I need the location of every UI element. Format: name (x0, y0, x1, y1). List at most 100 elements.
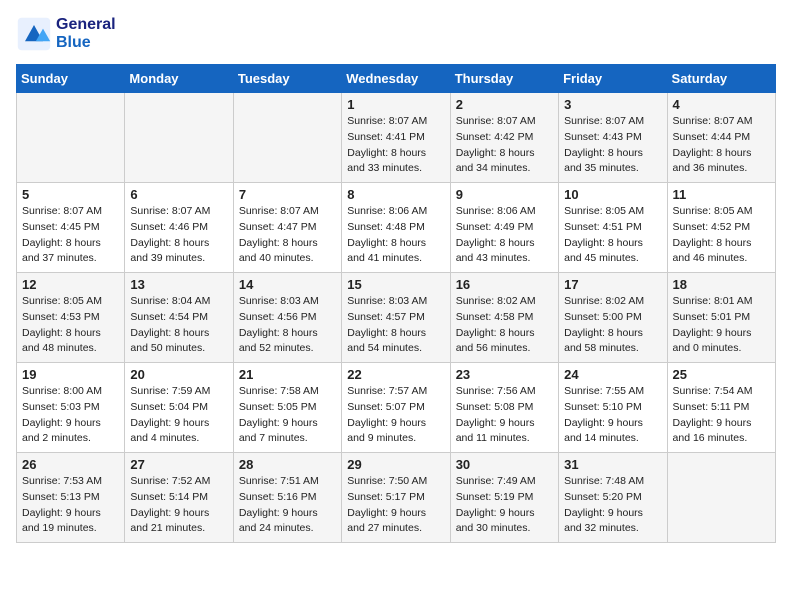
logo: General Blue (16, 16, 116, 52)
logo-icon (16, 16, 52, 52)
day-info: Sunrise: 8:05 AMSunset: 4:53 PMDaylight:… (22, 294, 119, 357)
day-number: 6 (130, 187, 227, 202)
calendar-day-31: 31Sunrise: 7:48 AMSunset: 5:20 PMDayligh… (559, 453, 667, 543)
day-info: Sunrise: 7:56 AMSunset: 5:08 PMDaylight:… (456, 384, 553, 447)
calendar-day-21: 21Sunrise: 7:58 AMSunset: 5:05 PMDayligh… (233, 363, 341, 453)
day-info: Sunrise: 7:51 AMSunset: 5:16 PMDaylight:… (239, 474, 336, 537)
day-info: Sunrise: 7:58 AMSunset: 5:05 PMDaylight:… (239, 384, 336, 447)
calendar-body: 1Sunrise: 8:07 AMSunset: 4:41 PMDaylight… (17, 93, 776, 543)
day-number: 22 (347, 367, 444, 382)
calendar-day-16: 16 Sunrise: 8:02 AMSunset: 4:58 PMDayligh… (450, 273, 558, 363)
calendar-table: SundayMondayTuesdayWednesdayThursdayFrid… (16, 64, 776, 543)
day-info: Sunrise: 8:05 AMSunset: 4:52 PMDaylight:… (673, 204, 770, 267)
calendar-day-28: 28Sunrise: 7:51 AMSunset: 5:16 PMDayligh… (233, 453, 341, 543)
day-number: 19 (22, 367, 119, 382)
calendar-week-4: 19 Sunrise: 8:00 AMSunset: 5:03 PMDayligh… (17, 363, 776, 453)
weekday-header-wednesday: Wednesday (342, 65, 450, 93)
day-number: 16 (456, 277, 553, 292)
day-number: 24 (564, 367, 661, 382)
calendar-day-19: 19 Sunrise: 8:00 AMSunset: 5:03 PMDayligh… (17, 363, 125, 453)
day-number: 2 (456, 97, 553, 112)
day-number: 10 (564, 187, 661, 202)
calendar-day-1: 1Sunrise: 8:07 AMSunset: 4:41 PMDaylight… (342, 93, 450, 183)
day-info: Sunrise: 8:07 AMSunset: 4:46 PMDaylight:… (130, 204, 227, 267)
day-number: 14 (239, 277, 336, 292)
day-number: 23 (456, 367, 553, 382)
day-info: Sunrise: 7:57 AMSunset: 5:07 PMDaylight:… (347, 384, 444, 447)
day-number: 7 (239, 187, 336, 202)
calendar-day-13: 13 Sunrise: 8:04 AMSunset: 4:54 PMDayligh… (125, 273, 233, 363)
calendar-day-24: 24 Sunrise: 7:55 AMSunset: 5:10 PMDayligh… (559, 363, 667, 453)
calendar-week-5: 26 Sunrise: 7:53 AMSunset: 5:13 PMDayligh… (17, 453, 776, 543)
day-info: Sunrise: 8:07 AMSunset: 4:44 PMDaylight:… (673, 114, 770, 177)
calendar-day-18: 18 Sunrise: 8:01 AMSunset: 5:01 PMDayligh… (667, 273, 775, 363)
calendar-day-20: 20Sunrise: 7:59 AMSunset: 5:04 PMDayligh… (125, 363, 233, 453)
day-info: Sunrise: 7:54 AMSunset: 5:11 PMDaylight:… (673, 384, 770, 447)
calendar-day-2: 2Sunrise: 8:07 AMSunset: 4:42 PMDaylight… (450, 93, 558, 183)
weekday-header-friday: Friday (559, 65, 667, 93)
calendar-day-25: 25 Sunrise: 7:54 AMSunset: 5:11 PMDayligh… (667, 363, 775, 453)
day-info: Sunrise: 8:02 AMSunset: 4:58 PMDaylight:… (456, 294, 553, 357)
calendar-day-17: 17 Sunrise: 8:02 AMSunset: 5:00 PMDayligh… (559, 273, 667, 363)
calendar-day-23: 23 Sunrise: 7:56 AMSunset: 5:08 PMDayligh… (450, 363, 558, 453)
calendar-day-11: 11 Sunrise: 8:05 AMSunset: 4:52 PMDayligh… (667, 183, 775, 273)
calendar-day-empty (667, 453, 775, 543)
calendar-day-empty (17, 93, 125, 183)
day-number: 11 (673, 187, 770, 202)
day-number: 20 (130, 367, 227, 382)
day-number: 25 (673, 367, 770, 382)
calendar-day-29: 29 Sunrise: 7:50 AMSunset: 5:17 PMDayligh… (342, 453, 450, 543)
day-number: 17 (564, 277, 661, 292)
calendar-week-1: 1Sunrise: 8:07 AMSunset: 4:41 PMDaylight… (17, 93, 776, 183)
calendar-day-empty (125, 93, 233, 183)
day-number: 26 (22, 457, 119, 472)
day-info: Sunrise: 8:04 AMSunset: 4:54 PMDaylight:… (130, 294, 227, 357)
day-number: 29 (347, 457, 444, 472)
calendar-day-empty (233, 93, 341, 183)
calendar-day-27: 27 Sunrise: 7:52 AMSunset: 5:14 PMDayligh… (125, 453, 233, 543)
calendar-week-3: 12 Sunrise: 8:05 AMSunset: 4:53 PMDayligh… (17, 273, 776, 363)
calendar-day-10: 10 Sunrise: 8:05 AMSunset: 4:51 PMDayligh… (559, 183, 667, 273)
day-info: Sunrise: 7:50 AMSunset: 5:17 PMDaylight:… (347, 474, 444, 537)
weekday-header-thursday: Thursday (450, 65, 558, 93)
day-number: 4 (673, 97, 770, 112)
day-info: Sunrise: 8:00 AMSunset: 5:03 PMDaylight:… (22, 384, 119, 447)
day-info: Sunrise: 8:06 AMSunset: 4:49 PMDaylight:… (456, 204, 553, 267)
day-number: 13 (130, 277, 227, 292)
calendar-day-4: 4 Sunrise: 8:07 AMSunset: 4:44 PMDaylight… (667, 93, 775, 183)
calendar-day-6: 6 Sunrise: 8:07 AMSunset: 4:46 PMDaylight… (125, 183, 233, 273)
day-number: 5 (22, 187, 119, 202)
day-number: 12 (22, 277, 119, 292)
day-info: Sunrise: 7:53 AMSunset: 5:13 PMDaylight:… (22, 474, 119, 537)
day-info: Sunrise: 8:02 AMSunset: 5:00 PMDaylight:… (564, 294, 661, 357)
day-number: 27 (130, 457, 227, 472)
calendar-day-26: 26 Sunrise: 7:53 AMSunset: 5:13 PMDayligh… (17, 453, 125, 543)
day-number: 9 (456, 187, 553, 202)
day-number: 30 (456, 457, 553, 472)
day-number: 15 (347, 277, 444, 292)
day-number: 3 (564, 97, 661, 112)
day-info: Sunrise: 8:03 AMSunset: 4:57 PMDaylight:… (347, 294, 444, 357)
day-number: 18 (673, 277, 770, 292)
weekday-header-saturday: Saturday (667, 65, 775, 93)
page-header: General Blue (16, 16, 776, 52)
logo-text: General Blue (56, 16, 116, 52)
weekday-header-sunday: Sunday (17, 65, 125, 93)
calendar-day-3: 3 Sunrise: 8:07 AMSunset: 4:43 PMDaylight… (559, 93, 667, 183)
day-info: Sunrise: 8:05 AMSunset: 4:51 PMDaylight:… (564, 204, 661, 267)
day-info: Sunrise: 8:01 AMSunset: 5:01 PMDaylight:… (673, 294, 770, 357)
calendar-day-14: 14Sunrise: 8:03 AMSunset: 4:56 PMDayligh… (233, 273, 341, 363)
calendar-day-12: 12 Sunrise: 8:05 AMSunset: 4:53 PMDayligh… (17, 273, 125, 363)
calendar-day-22: 22 Sunrise: 7:57 AMSunset: 5:07 PMDayligh… (342, 363, 450, 453)
weekday-header-monday: Monday (125, 65, 233, 93)
day-number: 8 (347, 187, 444, 202)
calendar-day-9: 9 Sunrise: 8:06 AMSunset: 4:49 PMDaylight… (450, 183, 558, 273)
day-info: Sunrise: 7:55 AMSunset: 5:10 PMDaylight:… (564, 384, 661, 447)
calendar-day-7: 7 Sunrise: 8:07 AMSunset: 4:47 PMDaylight… (233, 183, 341, 273)
day-info: Sunrise: 8:06 AMSunset: 4:48 PMDaylight:… (347, 204, 444, 267)
day-info: Sunrise: 7:52 AMSunset: 5:14 PMDaylight:… (130, 474, 227, 537)
weekday-header-tuesday: Tuesday (233, 65, 341, 93)
weekday-header-row: SundayMondayTuesdayWednesdayThursdayFrid… (17, 65, 776, 93)
day-info: Sunrise: 8:07 AMSunset: 4:43 PMDaylight:… (564, 114, 661, 177)
day-info: Sunrise: 8:07 AMSunset: 4:47 PMDaylight:… (239, 204, 336, 267)
